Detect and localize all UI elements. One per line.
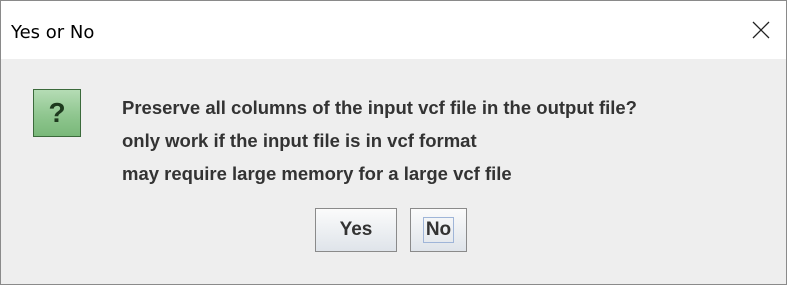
yes-button[interactable]: Yes	[315, 208, 397, 252]
message-line: Preserve all columns of the input vcf fi…	[122, 97, 637, 118]
window-title: Yes or No	[11, 22, 95, 43]
dialog-message: Preserve all columns of the input vcf fi…	[122, 91, 637, 190]
question-icon: ?	[33, 89, 81, 137]
title-bar[interactable]: Yes or No	[1, 1, 786, 59]
yes-button-label: Yes	[339, 219, 373, 240]
yes-no-dialog: Yes or No ? Preserve all columns of the …	[0, 0, 787, 285]
message-line: may require large memory for a large vcf…	[122, 163, 512, 184]
question-mark-glyph: ?	[48, 97, 66, 128]
close-button[interactable]	[736, 1, 786, 59]
message-line: only work if the input file is in vcf fo…	[122, 130, 477, 151]
close-icon	[752, 21, 770, 39]
no-button[interactable]: No	[410, 208, 467, 252]
no-button-label: No	[422, 217, 455, 243]
